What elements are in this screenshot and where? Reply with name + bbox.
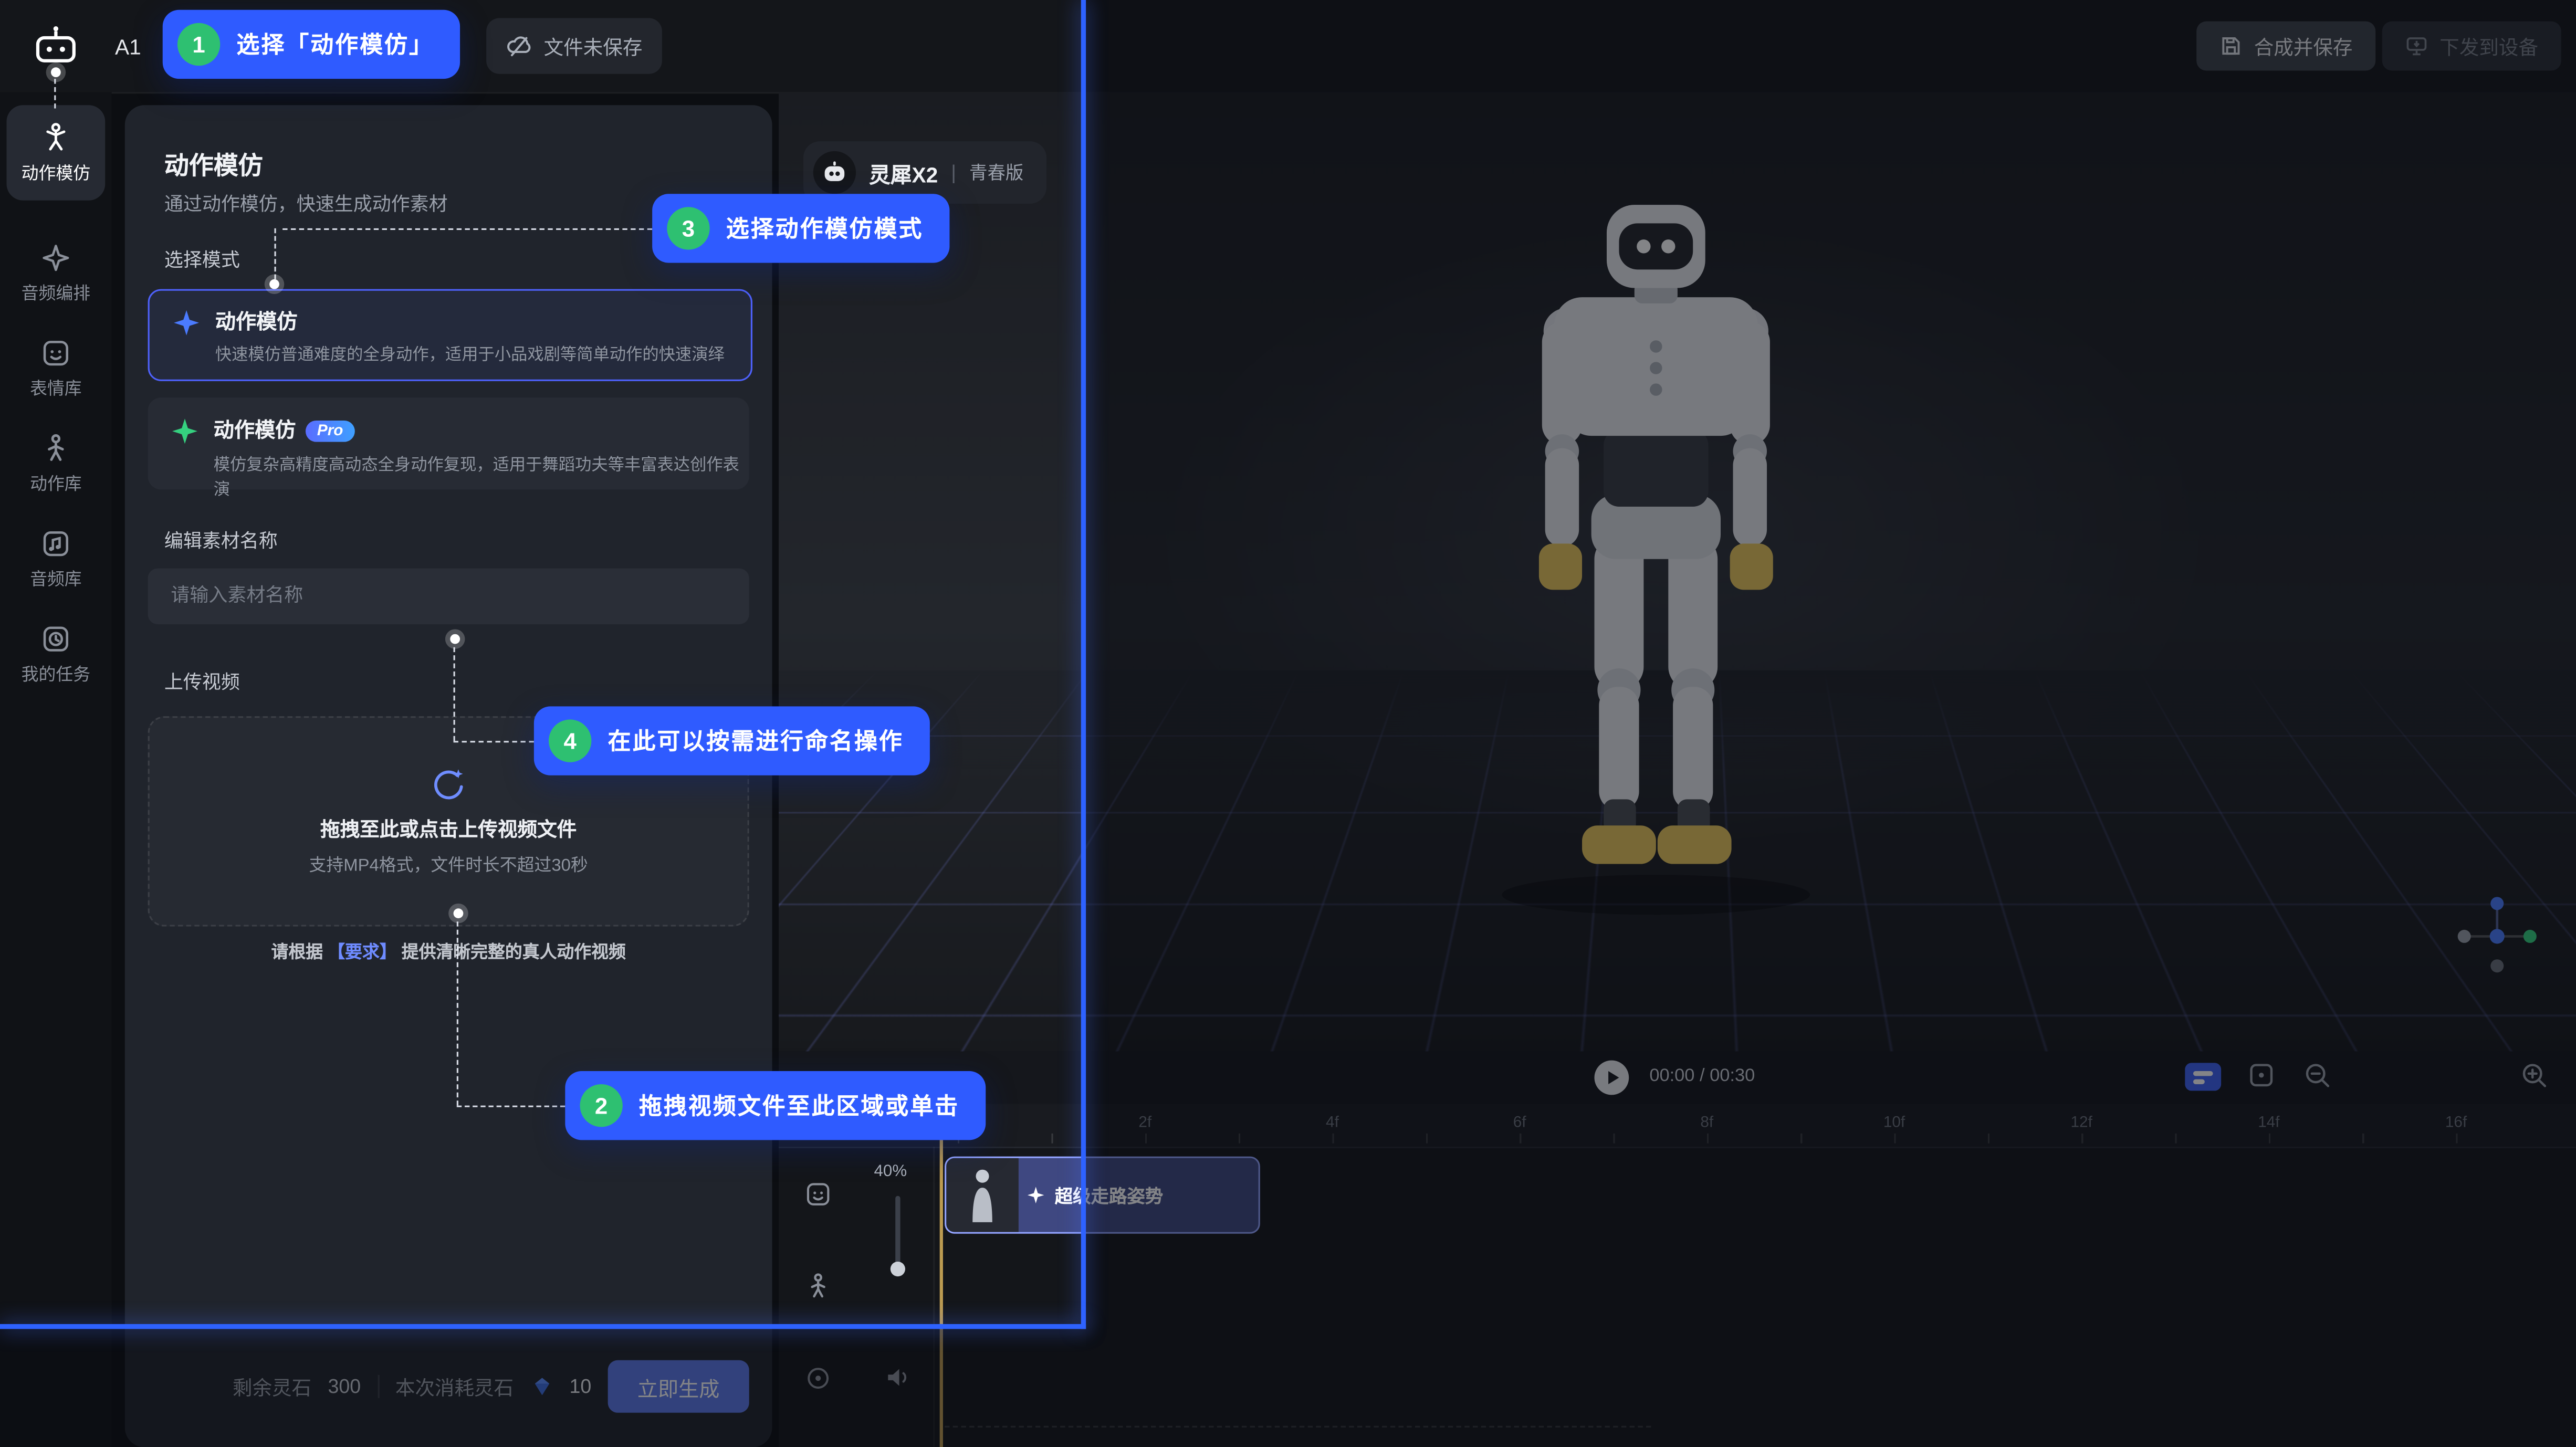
spark-icon-green bbox=[171, 417, 198, 445]
dropzone-title: 拖拽至此或点击上传视频文件 bbox=[320, 815, 577, 843]
sidebar-item-audio-library[interactable]: 音频库 bbox=[7, 512, 106, 604]
connector-line bbox=[457, 1106, 566, 1107]
action-library-icon bbox=[39, 431, 72, 464]
mode-card-pro[interactable]: 动作模仿Pro 模仿复杂高精度高动态全身动作复现，适用于舞蹈功夫等丰富表达创作表… bbox=[148, 397, 749, 489]
badge-separator: | bbox=[951, 161, 956, 184]
dim-overlay-bottom-left bbox=[0, 1329, 1086, 1447]
tour-step-text: 在此可以按需进行命名操作 bbox=[608, 725, 904, 758]
panel-title: 动作模仿 bbox=[164, 148, 263, 183]
project-title: A1 bbox=[115, 35, 141, 59]
track-height-knob[interactable] bbox=[891, 1262, 905, 1276]
upload-video-label: 上传视频 bbox=[164, 668, 240, 695]
sidebar-item-label: 音频编排 bbox=[22, 280, 90, 305]
cloud-off-icon bbox=[506, 33, 532, 59]
tour-step-number: 1 bbox=[177, 23, 220, 66]
sidebar-item-label: 我的任务 bbox=[22, 661, 90, 686]
robot-edition: 青春版 bbox=[969, 159, 1023, 185]
connector-line bbox=[282, 228, 652, 230]
tour-step-text: 选择动作模仿模式 bbox=[726, 212, 923, 245]
connector-line bbox=[54, 79, 56, 108]
mode-desc: 快速模仿普通难度的全身动作，适用于小品戏剧等简单动作的快速演绎 bbox=[215, 340, 725, 365]
app-logo-robot-icon bbox=[33, 23, 79, 69]
connector-dot bbox=[269, 279, 279, 289]
tour-step-2: 2 拖拽视频文件至此区域或单击 bbox=[565, 1071, 986, 1140]
clip-thumbnail bbox=[946, 1158, 1019, 1232]
tour-step-4: 4 在此可以按需进行命名操作 bbox=[534, 706, 930, 775]
dim-overlay-right bbox=[1086, 0, 2576, 1447]
clip-type-icon bbox=[1027, 1186, 1045, 1204]
connector-line bbox=[457, 921, 458, 1105]
pro-badge: Pro bbox=[306, 421, 354, 442]
highlight-border-vertical bbox=[1081, 0, 1086, 1329]
sidebar-item-motion-imitation[interactable]: 动作模仿 bbox=[7, 105, 106, 200]
connector-dot bbox=[450, 634, 460, 644]
mode-select-label: 选择模式 bbox=[164, 246, 240, 272]
highlight-border-horizontal bbox=[0, 1324, 1086, 1329]
sidebar-item-expression-library[interactable]: 表情库 bbox=[7, 322, 106, 414]
sidebar: 动作模仿 音频编排 表情库 bbox=[0, 92, 112, 1447]
connector-dot bbox=[51, 67, 61, 77]
motion-imitation-icon bbox=[39, 121, 72, 154]
sidebar-item-label: 动作模仿 bbox=[22, 160, 90, 185]
requirement-suffix: 提供清晰完整的真人动作视频 bbox=[402, 943, 626, 963]
mode-name: 动作模仿 bbox=[215, 304, 297, 335]
expression-track-icon[interactable] bbox=[803, 1179, 833, 1209]
upload-sync-icon bbox=[429, 766, 468, 805]
file-unsaved-label: 文件未保存 bbox=[544, 32, 643, 60]
connector-line bbox=[454, 647, 455, 741]
tour-step-3: 3 选择动作模仿模式 bbox=[652, 194, 949, 263]
robot-name: 灵犀X2 bbox=[869, 157, 938, 188]
requirement-note: 请根据 【要求】 提供清晰完整的真人动作视频 bbox=[125, 940, 772, 964]
track-zoom-percent: 40% bbox=[874, 1163, 907, 1181]
connector-dot bbox=[454, 908, 464, 918]
dropzone-hint: 支持MP4格式，文件时长不超过30秒 bbox=[309, 853, 588, 877]
file-unsaved-status: 文件未保存 bbox=[486, 18, 662, 74]
track-height-slider[interactable] bbox=[895, 1196, 900, 1272]
action-track-icon[interactable] bbox=[803, 1272, 833, 1301]
tour-step-text: 拖拽视频文件至此区域或单击 bbox=[639, 1089, 959, 1122]
robot-avatar-icon bbox=[813, 151, 856, 194]
mode-card-basic[interactable]: 动作模仿 快速模仿普通难度的全身动作，适用于小品戏剧等简单动作的快速演绎 bbox=[148, 289, 752, 381]
sidebar-item-label: 动作库 bbox=[30, 470, 82, 495]
tour-step-number: 4 bbox=[549, 719, 591, 762]
tour-step-1: 1 选择「动作模仿」 bbox=[163, 10, 460, 79]
material-name-input[interactable] bbox=[148, 569, 749, 624]
spark-icon-blue bbox=[173, 309, 201, 337]
my-tasks-icon bbox=[39, 622, 72, 655]
connector-line bbox=[454, 741, 534, 742]
audio-library-icon bbox=[39, 527, 72, 560]
motion-imitation-panel: 动作模仿 通过动作模仿，快速生成动作素材 选择模式 动作模仿 快速模仿普通难度的… bbox=[125, 105, 772, 1447]
sidebar-item-label: 表情库 bbox=[30, 375, 82, 400]
requirement-link[interactable]: 【要求】 bbox=[328, 943, 396, 963]
requirement-prefix: 请根据 bbox=[271, 943, 323, 963]
mode-name: 动作模仿 bbox=[214, 419, 296, 442]
expression-library-icon bbox=[39, 336, 72, 369]
sidebar-item-action-library[interactable]: 动作库 bbox=[7, 417, 106, 509]
sidebar-item-label: 音频库 bbox=[30, 566, 82, 591]
panel-subtitle: 通过动作模仿，快速生成动作素材 bbox=[164, 191, 448, 217]
tour-step-number: 2 bbox=[580, 1084, 622, 1127]
sidebar-item-my-tasks[interactable]: 我的任务 bbox=[7, 608, 106, 700]
connector-line bbox=[275, 228, 276, 279]
audio-arrange-icon bbox=[39, 240, 72, 274]
tour-step-number: 3 bbox=[667, 207, 709, 249]
sidebar-item-audio-arrange[interactable]: 音频编排 bbox=[7, 227, 106, 319]
material-name-label: 编辑素材名称 bbox=[164, 527, 278, 553]
tour-step-text: 选择「动作模仿」 bbox=[237, 28, 434, 61]
mode-desc: 模仿复杂高精度高动态全身动作复现，适用于舞蹈功夫等丰富表达创作表演 bbox=[214, 450, 749, 499]
app-window: A1 文件未保存 合成并保存 bbox=[0, 0, 2576, 1447]
